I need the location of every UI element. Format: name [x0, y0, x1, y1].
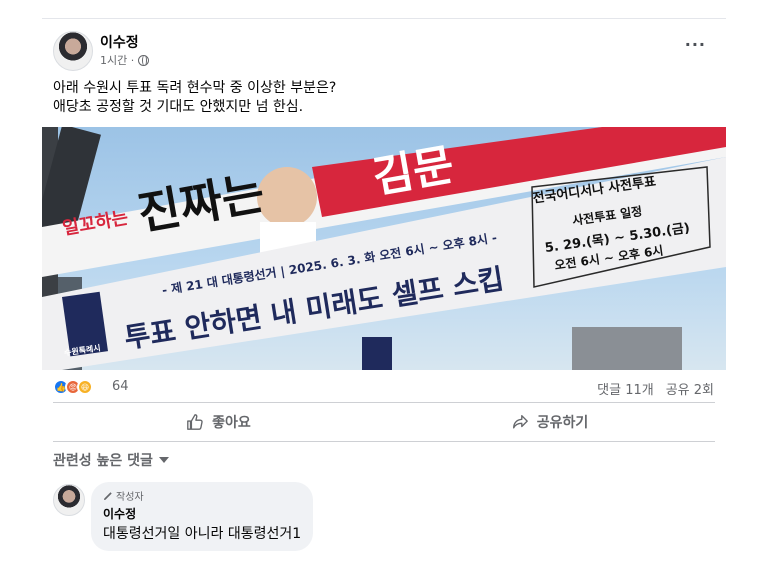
globe-icon	[138, 54, 150, 66]
comment-bubble: 작성자 이수정 대통령선거일 아니라 대통령선거1	[91, 482, 314, 551]
caret-down-icon	[158, 457, 169, 463]
more-options-button[interactable]: ···	[685, 35, 706, 54]
thumbs-up-icon	[187, 414, 203, 430]
comment-text: 대통령선거일 아니라 대통령선거1	[103, 526, 302, 542]
reaction-count[interactable]: 64	[112, 379, 129, 394]
reaction-icons[interactable]: 👍 😡 😆	[53, 379, 93, 395]
building	[572, 327, 682, 370]
post-time[interactable]: 1시간 ·	[100, 52, 134, 68]
comment-author[interactable]: 이수정	[103, 505, 301, 522]
post-text-line: 아래 수원시 투표 독려 현수막 중 이상한 부분은?	[53, 80, 337, 96]
author-name[interactable]: 이수정	[100, 32, 139, 52]
comment-count[interactable]: 댓글 11개	[597, 379, 654, 398]
post-text: 아래 수원시 투표 독려 현수막 중 이상한 부분은? 애당초 공정할 것 기대…	[42, 73, 726, 127]
share-count[interactable]: 공유 2회	[666, 379, 714, 398]
like-label: 좋아요	[212, 415, 251, 431]
post-card: 이수정 1시간 · ··· 아래 수원시 투표 독려 현수막 중 이상한 부분은…	[42, 19, 726, 555]
author-avatar[interactable]	[53, 31, 93, 71]
comment-avatar[interactable]	[53, 484, 85, 516]
like-button[interactable]: 좋아요	[53, 403, 384, 441]
comment-item: 작성자 이수정 대통령선거일 아니라 대통령선거1	[42, 478, 726, 555]
share-button[interactable]: 공유하기	[384, 403, 715, 441]
post-header: 이수정 1시간 · ···	[42, 19, 726, 73]
author-badge-label: 작성자	[116, 492, 144, 503]
comment-sort-label: 관련성 높은 댓글	[53, 453, 153, 469]
reactions-bar: 👍 😡 😆 64 댓글 11개 공유 2회	[42, 370, 726, 402]
post-sign	[362, 337, 392, 370]
post-actions: 좋아요 공유하기	[53, 402, 715, 442]
author-badge: 작성자	[103, 488, 301, 503]
pencil-icon	[104, 491, 112, 500]
haha-reaction-icon: 😆	[77, 379, 93, 395]
share-label: 공유하기	[536, 415, 589, 431]
comment-sort-dropdown[interactable]: 관련성 높은 댓글	[42, 442, 726, 478]
post-meta: 1시간 ·	[100, 52, 150, 68]
post-photo[interactable]: 일꼬하는 진짜는 김문 전국어디서나 사전투표 사전투표 일정 5. 29.(목…	[42, 127, 726, 370]
post-stats: 댓글 11개 공유 2회	[597, 379, 714, 398]
post-text-line: 애당초 공정할 것 기대도 안했지만 넘 한심.	[53, 99, 304, 115]
share-icon	[512, 415, 528, 429]
